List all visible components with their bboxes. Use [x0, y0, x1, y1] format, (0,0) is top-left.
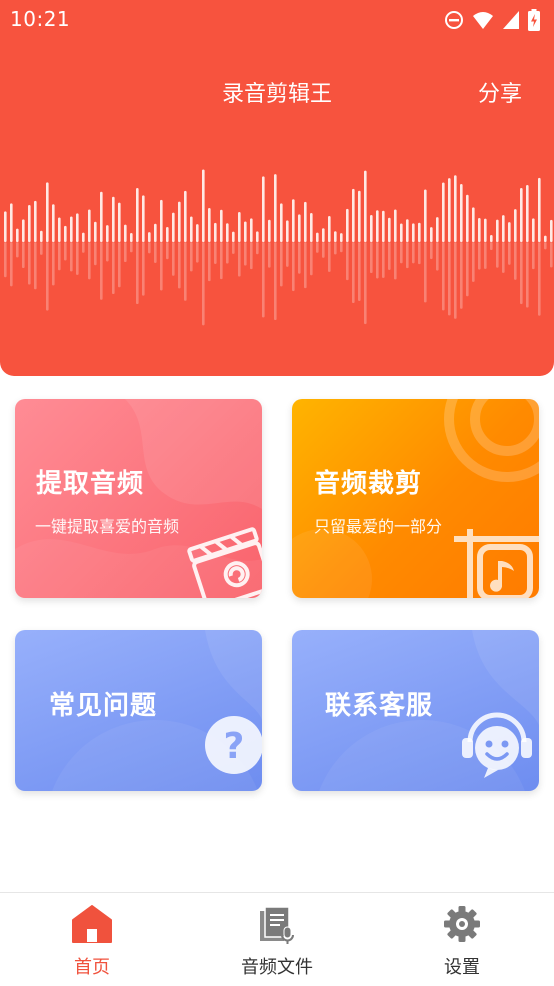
title-bar: 录音剪辑王 分享 — [0, 72, 554, 112]
faq-title: 常见问题 — [49, 691, 158, 721]
home-icon — [72, 905, 112, 943]
gear-icon — [444, 906, 480, 942]
waveform-graphic — [4, 169, 553, 326]
trim-audio-card[interactable]: 音频裁剪 只留最爱的一部分 — [292, 399, 539, 598]
faq-card[interactable]: 常见问题 ? — [15, 630, 262, 791]
tab-audio-files[interactable]: 音频文件 — [185, 893, 369, 986]
status-icons — [444, 9, 540, 31]
tab-home-label: 首页 — [74, 957, 110, 978]
status-time: 10:21 — [10, 7, 71, 31]
extract-audio-subtitle: 一键提取喜爱的音频 — [35, 517, 180, 536]
signal-icon — [503, 11, 519, 29]
header-banner: 10:21 录音剪辑王 分享 — [0, 0, 554, 376]
tab-audio-files-label: 音频文件 — [241, 957, 313, 978]
tab-home[interactable]: 首页 — [0, 893, 184, 986]
share-button[interactable]: 分享 — [478, 76, 522, 108]
extract-audio-title: 提取音频 — [36, 469, 145, 499]
app-title: 录音剪辑王 — [221, 82, 332, 107]
svg-text:?: ? — [224, 726, 245, 767]
trim-audio-subtitle: 只留最爱的一部分 — [314, 517, 443, 536]
wifi-icon — [473, 12, 493, 29]
clapperboard-icon — [187, 527, 262, 598]
do-not-disturb-icon — [445, 11, 463, 29]
contact-service-card[interactable]: 联系客服 — [292, 630, 539, 791]
status-bar: 10:21 — [0, 0, 554, 40]
audio-trim-icon — [454, 529, 539, 598]
extract-audio-card[interactable]: 提取音频 一键提取喜爱的音频 — [15, 399, 262, 598]
customer-service-icon — [462, 712, 532, 778]
audio-file-icon — [260, 906, 294, 944]
trim-audio-title: 音频裁剪 — [314, 469, 423, 499]
bottom-navigation: 首页 音频文件 设置 — [0, 892, 554, 985]
tab-settings-label: 设置 — [444, 957, 480, 978]
tab-settings[interactable]: 设置 — [370, 893, 554, 986]
battery-icon — [528, 9, 540, 31]
contact-service-title: 联系客服 — [325, 691, 434, 721]
question-icon: ? — [205, 716, 262, 774]
